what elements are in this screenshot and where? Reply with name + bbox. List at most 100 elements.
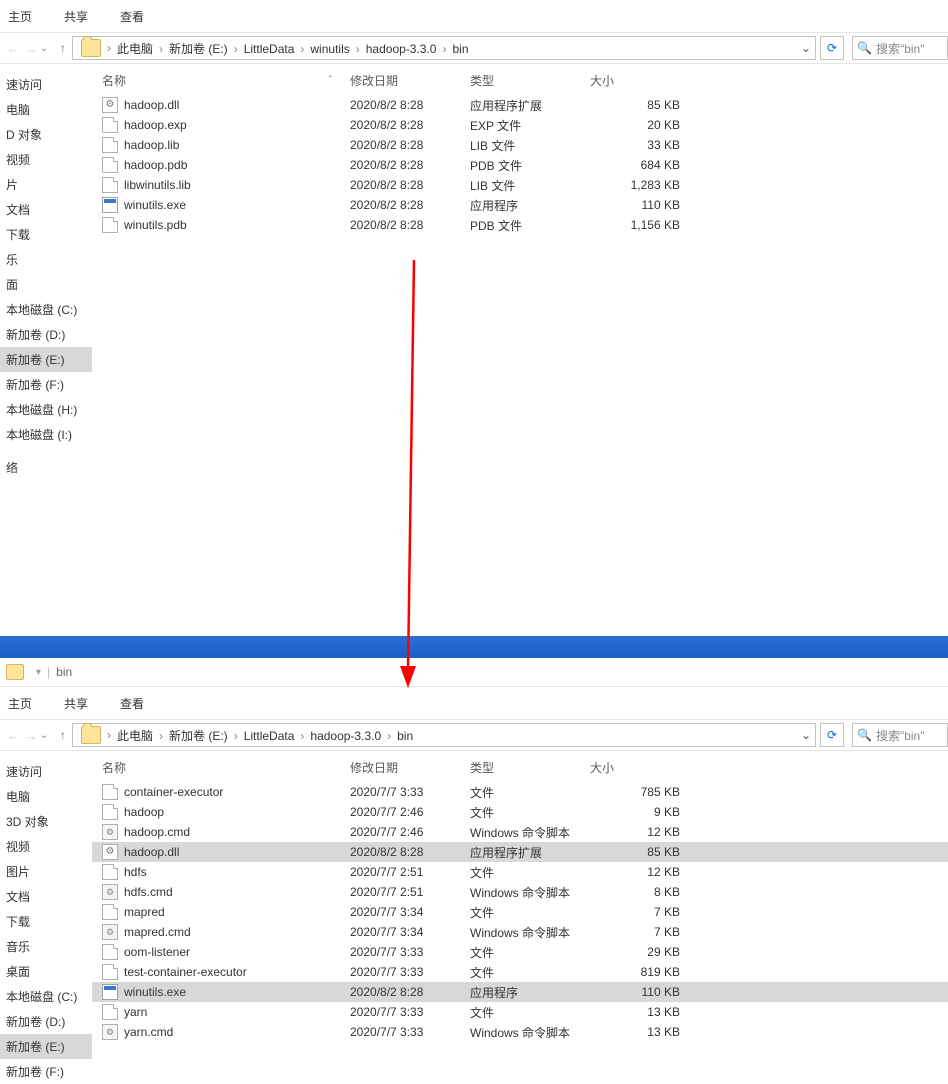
file-row[interactable]: winutils.pdb2020/8/2 8:28PDB 文件1,156 KB — [92, 215, 948, 235]
tab-share[interactable]: 共享 — [64, 8, 88, 25]
title-bar-dropdown-icon[interactable]: ▾ — [36, 667, 41, 678]
breadcrumb-segment[interactable]: 新加卷 (E:) — [165, 729, 232, 743]
chevron-right-icon[interactable]: › — [385, 729, 393, 743]
column-headers[interactable]: 名称 修改日期 类型 大小 — [92, 757, 948, 782]
chevron-right-icon[interactable]: › — [105, 41, 113, 55]
tree-item[interactable]: 电脑 — [0, 784, 92, 809]
tab-view[interactable]: 查看 — [120, 8, 144, 25]
col-type[interactable]: 类型 — [470, 759, 590, 776]
chevron-right-icon[interactable]: › — [232, 42, 240, 56]
tree-item[interactable]: 文档 — [0, 884, 92, 909]
file-row[interactable]: hadoop.lib2020/8/2 8:28LIB 文件33 KB — [92, 135, 948, 155]
file-row[interactable]: winutils.exe2020/8/2 8:28应用程序110 KB — [92, 982, 948, 1002]
breadcrumb-segment[interactable]: bin — [448, 42, 472, 56]
breadcrumb-dropdown-icon[interactable]: ⌄ — [797, 41, 815, 55]
nav-back-icon[interactable]: ← — [4, 41, 22, 56]
col-size[interactable]: 大小 — [590, 759, 702, 776]
breadcrumb[interactable]: › 此电脑›新加卷 (E:)›LittleData›winutils›hadoo… — [72, 36, 816, 60]
tree-item[interactable]: 新加卷 (F:) — [0, 372, 92, 397]
tree-item[interactable]: 新加卷 (E:) — [0, 1034, 92, 1059]
breadcrumb-dropdown-icon[interactable]: ⌄ — [797, 728, 815, 742]
tree-item[interactable]: 本地磁盘 (I:) — [0, 422, 92, 447]
breadcrumb-segment[interactable]: 新加卷 (E:) — [165, 42, 232, 56]
tree-item[interactable]: 乐 — [0, 247, 92, 272]
file-list[interactable]: 名称 修改日期 类型 大小 container-executor2020/7/7… — [92, 751, 948, 1084]
chevron-right-icon[interactable]: › — [157, 42, 165, 56]
tree-item[interactable]: 本地磁盘 (C:) — [0, 984, 92, 1009]
col-name[interactable]: 名称 — [102, 759, 126, 776]
refresh-button[interactable]: ⟳ — [820, 36, 844, 60]
nav-history-dropdown-icon[interactable]: ⌄ — [40, 730, 54, 741]
tree-item[interactable]: 新加卷 (E:) — [0, 347, 92, 372]
chevron-right-icon[interactable]: › — [232, 729, 240, 743]
tree-item[interactable]: 新加卷 (D:) — [0, 1009, 92, 1034]
tree-item[interactable]: D 对象 — [0, 122, 92, 147]
nav-history-dropdown-icon[interactable]: ⌄ — [40, 43, 54, 54]
tree-item[interactable]: 视频 — [0, 834, 92, 859]
col-type[interactable]: 类型 — [470, 72, 590, 89]
file-row[interactable]: oom-listener2020/7/7 3:33文件29 KB — [92, 942, 948, 962]
tree-item[interactable]: 下载 — [0, 222, 92, 247]
tree-item[interactable]: 文档 — [0, 197, 92, 222]
col-name[interactable]: 名称 — [102, 72, 126, 89]
chevron-right-icon[interactable]: › — [157, 729, 165, 743]
col-date[interactable]: 修改日期 — [350, 72, 470, 89]
tree-item[interactable]: 下载 — [0, 909, 92, 934]
tree-item[interactable]: 图片 — [0, 859, 92, 884]
nav-tree[interactable]: 速访问电脑3D 对象视频图片文档下载音乐桌面本地磁盘 (C:)新加卷 (D:)新… — [0, 751, 92, 1084]
file-row[interactable]: hadoop.cmd2020/7/7 2:46Windows 命令脚本12 KB — [92, 822, 948, 842]
tab-home[interactable]: 主页 — [8, 695, 32, 712]
chevron-right-icon[interactable]: › — [354, 42, 362, 56]
refresh-button[interactable]: ⟳ — [820, 723, 844, 747]
file-row[interactable]: hdfs2020/7/7 2:51文件12 KB — [92, 862, 948, 882]
file-row[interactable]: hadoop.pdb2020/8/2 8:28PDB 文件684 KB — [92, 155, 948, 175]
tree-item[interactable]: 新加卷 (D:) — [0, 322, 92, 347]
tree-item[interactable]: 电脑 — [0, 97, 92, 122]
tab-share[interactable]: 共享 — [64, 695, 88, 712]
nav-tree[interactable]: 速访问电脑D 对象视频片文档下载乐面本地磁盘 (C:)新加卷 (D:)新加卷 (… — [0, 64, 92, 636]
file-row[interactable]: mapred.cmd2020/7/7 3:34Windows 命令脚本7 KB — [92, 922, 948, 942]
tree-item[interactable]: 面 — [0, 272, 92, 297]
file-row[interactable]: mapred2020/7/7 3:34文件7 KB — [92, 902, 948, 922]
breadcrumb[interactable]: › 此电脑›新加卷 (E:)›LittleData›hadoop-3.3.0›b… — [72, 723, 816, 747]
file-row[interactable]: hadoop.dll2020/8/2 8:28应用程序扩展85 KB — [92, 95, 948, 115]
nav-up-icon[interactable]: ↑ — [54, 41, 72, 55]
col-date[interactable]: 修改日期 — [350, 759, 470, 776]
nav-up-icon[interactable]: ↑ — [54, 728, 72, 742]
col-size[interactable]: 大小 — [590, 72, 702, 89]
file-row[interactable]: hadoop.exp2020/8/2 8:28EXP 文件20 KB — [92, 115, 948, 135]
file-list[interactable]: 名称ˆ 修改日期 类型 大小 hadoop.dll2020/8/2 8:28应用… — [92, 64, 948, 636]
breadcrumb-segment[interactable]: winutils — [306, 42, 353, 56]
file-row[interactable]: hadoop2020/7/7 2:46文件9 KB — [92, 802, 948, 822]
nav-forward-icon[interactable]: → — [22, 41, 40, 56]
file-row[interactable]: yarn.cmd2020/7/7 3:33Windows 命令脚本13 KB — [92, 1022, 948, 1042]
tree-item[interactable]: 速访问 — [0, 72, 92, 97]
tab-view[interactable]: 查看 — [120, 695, 144, 712]
nav-back-icon[interactable]: ← — [4, 728, 22, 743]
breadcrumb-segment[interactable]: LittleData — [240, 729, 299, 743]
search-input[interactable]: 🔍 搜索"bin" — [852, 36, 948, 60]
column-headers[interactable]: 名称ˆ 修改日期 类型 大小 — [92, 70, 948, 95]
search-input[interactable]: 🔍 搜索"bin" — [852, 723, 948, 747]
file-row[interactable]: container-executor2020/7/7 3:33文件785 KB — [92, 782, 948, 802]
tree-item[interactable]: 络 — [0, 455, 92, 480]
file-row[interactable]: winutils.exe2020/8/2 8:28应用程序110 KB — [92, 195, 948, 215]
breadcrumb-segment[interactable]: bin — [393, 729, 417, 743]
tree-item[interactable]: 3D 对象 — [0, 809, 92, 834]
breadcrumb-segment[interactable]: hadoop-3.3.0 — [306, 729, 385, 743]
breadcrumb-segment[interactable]: LittleData — [240, 42, 299, 56]
breadcrumb-segment[interactable]: 此电脑 — [113, 42, 157, 56]
tree-item[interactable]: 速访问 — [0, 759, 92, 784]
file-row[interactable]: hdfs.cmd2020/7/7 2:51Windows 命令脚本8 KB — [92, 882, 948, 902]
file-row[interactable]: test-container-executor2020/7/7 3:33文件81… — [92, 962, 948, 982]
breadcrumb-segment[interactable]: hadoop-3.3.0 — [362, 42, 441, 56]
breadcrumb-segment[interactable]: 此电脑 — [113, 729, 157, 743]
tree-item[interactable]: 片 — [0, 172, 92, 197]
file-row[interactable]: hadoop.dll2020/8/2 8:28应用程序扩展85 KB — [92, 842, 948, 862]
file-row[interactable]: yarn2020/7/7 3:33文件13 KB — [92, 1002, 948, 1022]
file-row[interactable]: libwinutils.lib2020/8/2 8:28LIB 文件1,283 … — [92, 175, 948, 195]
tree-item[interactable]: 视频 — [0, 147, 92, 172]
tree-item[interactable]: 音乐 — [0, 934, 92, 959]
chevron-right-icon[interactable]: › — [105, 728, 113, 742]
tab-home[interactable]: 主页 — [8, 8, 32, 25]
